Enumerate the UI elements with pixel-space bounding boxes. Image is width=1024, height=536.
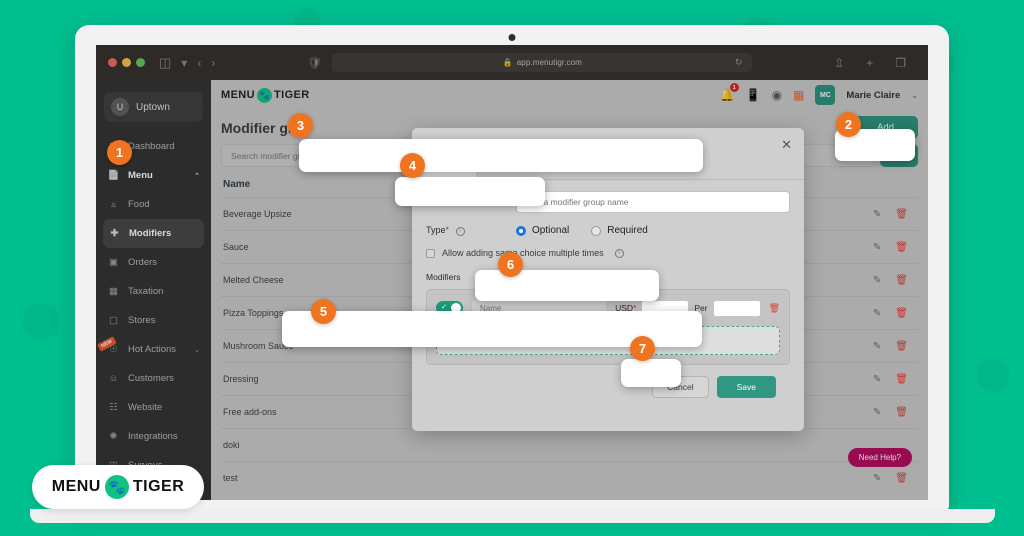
radio-optional[interactable]: Optional: [516, 225, 569, 236]
modal-footer: Cancel Save: [426, 365, 790, 398]
radio-dot-optional: [516, 226, 526, 236]
type-label: Type* i: [426, 225, 516, 235]
callout-badge-6: 6: [498, 252, 523, 277]
callout-badge-3: 3: [288, 113, 313, 138]
highlight-type-radio: [395, 177, 545, 206]
menutiger-watermark: MENU 🐾 TIGER: [32, 465, 204, 509]
info-icon[interactable]: i: [615, 249, 624, 258]
radio-required-label: Required: [607, 225, 648, 236]
trash-delete-icon[interactable]: 🗑: [769, 303, 780, 314]
type-radio-group: Optional Required: [516, 225, 648, 236]
callout-badge-7: 7: [630, 336, 655, 361]
allow-multiple-row[interactable]: Allow adding same choice multiple times …: [426, 248, 790, 258]
info-icon[interactable]: i: [456, 227, 465, 236]
highlight-name-field: [299, 139, 703, 172]
type-label-text: Type: [426, 225, 446, 235]
allow-multiple-label: Allow adding same choice multiple times: [442, 248, 604, 258]
watermark-right-text: TIGER: [133, 478, 184, 496]
webcam-dot: [509, 34, 516, 41]
radio-optional-label: Optional: [532, 225, 569, 236]
required-mark: *: [446, 225, 450, 235]
tiger-face-icon: 🐾: [105, 475, 129, 499]
modifier-group-name-input[interactable]: [516, 191, 790, 213]
check-icon: ✓: [441, 303, 447, 311]
allow-multiple-checkbox[interactable]: [426, 249, 435, 258]
callout-badge-5: 5: [311, 299, 336, 324]
highlight-save-button: [621, 359, 681, 387]
watermark-left-text: MENU: [52, 478, 101, 496]
radio-required[interactable]: Required: [591, 225, 648, 236]
laptop-base: [30, 509, 995, 523]
close-icon[interactable]: ✕: [781, 138, 792, 151]
callout-badge-1: 1: [107, 140, 132, 165]
highlight-sidebar-menu: [99, 150, 207, 254]
per-input[interactable]: [713, 300, 761, 317]
save-button[interactable]: Save: [717, 376, 776, 398]
type-field-row: Type* i Optional Required: [426, 225, 790, 236]
callout-badge-2: 2: [836, 112, 861, 137]
radio-dot-required: [591, 226, 601, 236]
callout-badge-4: 4: [400, 153, 425, 178]
